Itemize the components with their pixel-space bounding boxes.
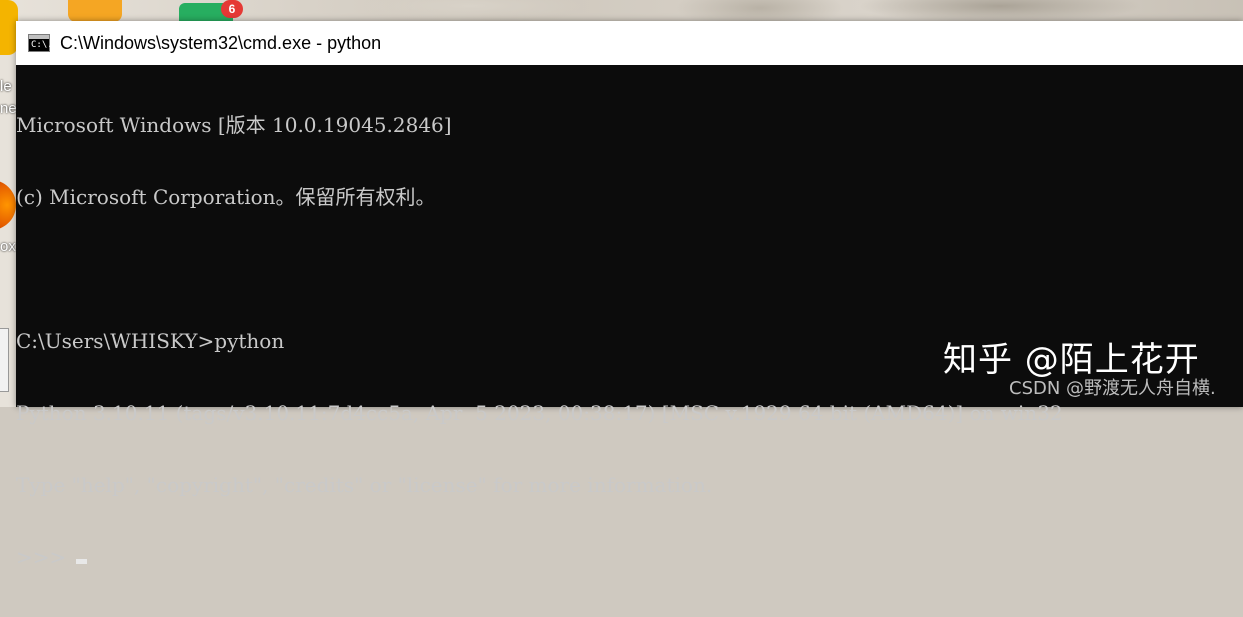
console-line: Type "help", "copyright", "credits" or "… (16, 473, 713, 497)
app-shortcut-icon[interactable] (68, 0, 122, 22)
cmd-icon[interactable]: C:\. (28, 34, 53, 52)
python-prompt-line[interactable]: >>> (16, 545, 1243, 569)
python-prompt: >>> (16, 545, 67, 569)
text-cursor (76, 559, 88, 564)
desktop-icon-label: ne (0, 100, 17, 117)
csdn-watermark: CSDN @野渡无人舟自横. (1009, 378, 1216, 399)
window-titlebar[interactable]: C:\. C:\Windows\system32\cmd.exe - pytho… (16, 21, 1243, 65)
window-title: C:\Windows\system32\cmd.exe - python (60, 32, 382, 53)
file-icon[interactable] (0, 328, 9, 392)
console-line: Python 3.10.11 (tags/v3.10.11:7d4cc5a, A… (16, 401, 1063, 425)
desktop-icon-label: le (0, 78, 12, 95)
console-line: (c) Microsoft Corporation。保留所有权利。 (16, 185, 436, 209)
console-line: Microsoft Windows [版本 10.0.19045.2846] (16, 113, 452, 137)
notification-badge: 6 (221, 0, 243, 18)
desktop-icon-label: ox (0, 238, 16, 255)
